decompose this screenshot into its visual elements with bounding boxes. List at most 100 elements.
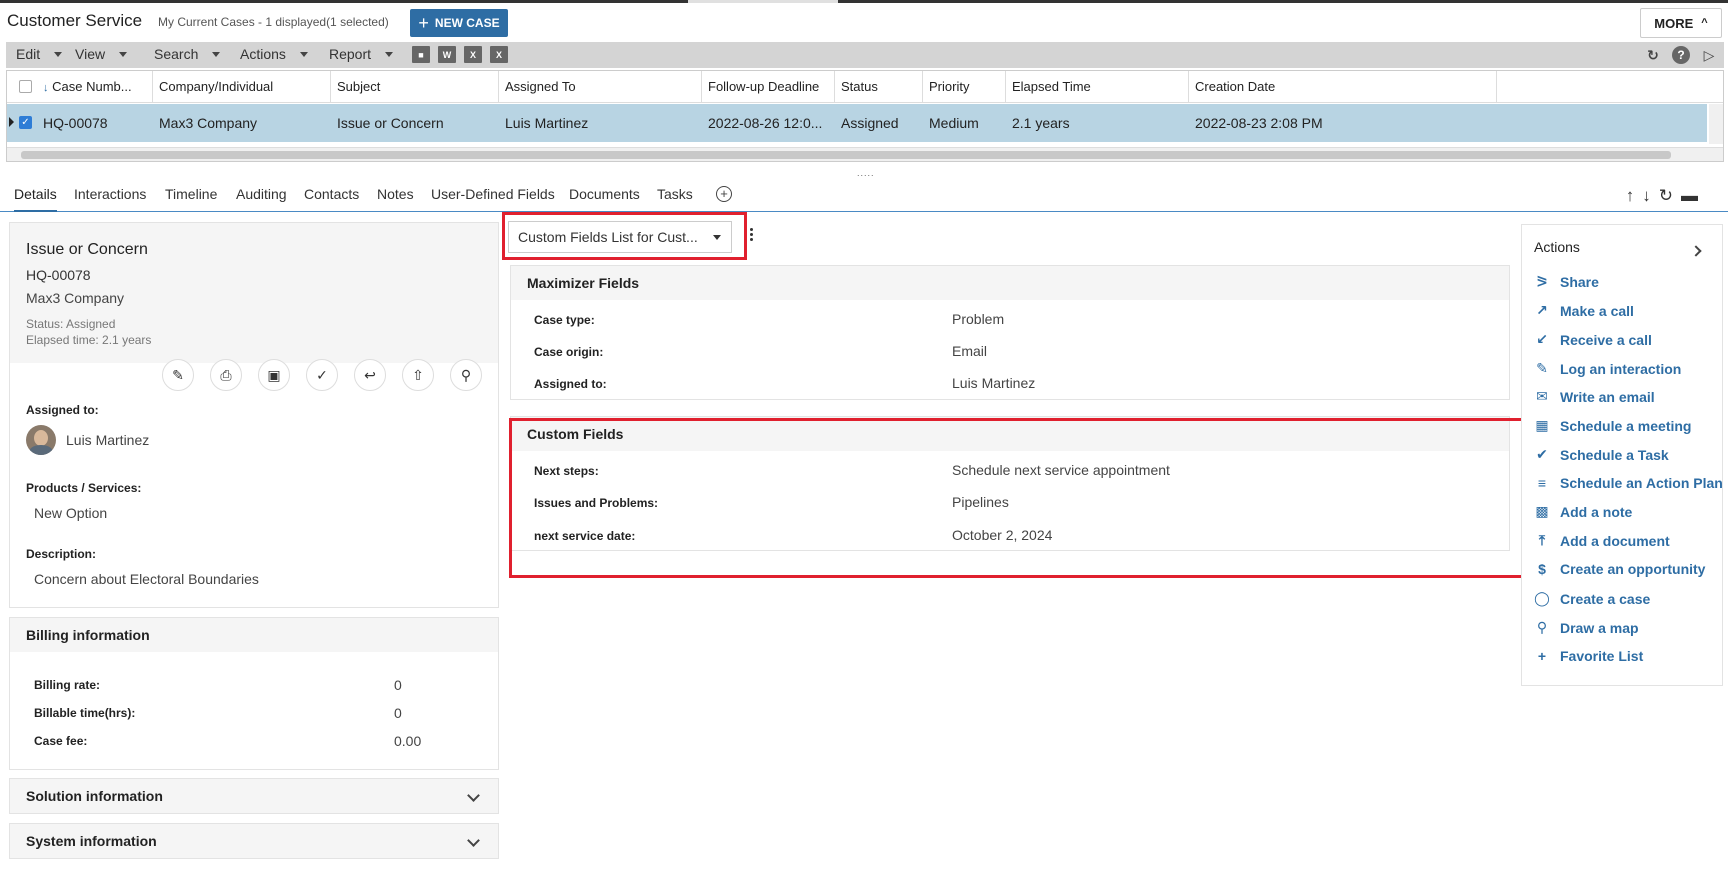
products-value: New Option (34, 505, 108, 521)
app-header: Customer Service My Current Cases - 1 di… (0, 6, 1728, 38)
menu-edit[interactable]: Edit (16, 46, 63, 62)
contact-card-icon[interactable]: ■ (412, 46, 430, 63)
solution-section[interactable]: Solution information (9, 778, 499, 814)
action-draw-map[interactable]: ⚲ Draw a map (1534, 619, 1639, 636)
video-icon[interactable]: ▷ (1700, 46, 1718, 64)
col-followup[interactable]: Follow-up Deadline (702, 71, 835, 103)
menu-search[interactable]: Search (154, 46, 221, 62)
upload-file-icon[interactable]: ⇧ (402, 359, 434, 391)
system-title: System information (26, 833, 157, 849)
layout-menu-icon[interactable]: ▬ (1681, 186, 1698, 206)
action-schedule-action-plan[interactable]: ≡ Schedule an Action Plan (1534, 475, 1723, 491)
chevron-right-icon[interactable] (1690, 245, 1702, 257)
row-checkbox[interactable]: ✓ (19, 116, 32, 129)
action-schedule-task[interactable]: ✔ Schedule a Task (1534, 446, 1669, 463)
action-favorite-list[interactable]: + Favorite List (1534, 648, 1643, 664)
action-add-note[interactable]: ▩ Add a note (1534, 503, 1632, 520)
reply-icon[interactable]: ↩ (354, 359, 386, 391)
tab-details[interactable]: Details (14, 186, 57, 212)
table-row[interactable]: ✓ HQ-00078 Max3 Company Issue or Concern… (7, 104, 1707, 142)
print-icon[interactable]: ⎙ (210, 359, 242, 391)
menu-label: View (75, 46, 106, 62)
dollar-icon: $ (1538, 561, 1546, 577)
upload-icon: ⤒ (1538, 532, 1546, 548)
horizontal-scrollbar[interactable] (7, 147, 1723, 161)
incoming-call-icon: ↙ (1536, 331, 1548, 347)
summary-details: Assigned to: Luis Martinez Products / Se… (10, 363, 498, 607)
chevron-down-icon[interactable] (467, 789, 480, 802)
arrow-up-icon[interactable]: ↑ (1626, 186, 1635, 206)
new-case-label: NEW CASE (434, 16, 500, 30)
document-check-icon[interactable]: ✓ (306, 359, 338, 391)
tab-auditing[interactable]: Auditing (236, 186, 287, 210)
new-case-button[interactable]: + NEW CASE (410, 9, 508, 37)
edit-pencil-icon[interactable]: ✎ (162, 359, 194, 391)
field-value: Luis Martinez (952, 375, 1036, 391)
action-add-document[interactable]: ⤒ Add a document (1534, 532, 1670, 549)
case-summary-panel: Issue or Concern HQ-00078 Max3 Company S… (9, 222, 499, 608)
assigned-value[interactable]: Luis Martinez (66, 432, 149, 448)
file-search-icon[interactable]: ⚲ (450, 359, 482, 391)
col-status[interactable]: Status (835, 71, 923, 103)
word-icon[interactable]: W (438, 46, 456, 63)
menu-report[interactable]: Report (329, 46, 394, 62)
col-company[interactable]: Company/Individual (153, 71, 331, 103)
tab-interactions[interactable]: Interactions (74, 186, 146, 210)
plus-icon: + (418, 13, 429, 33)
field-value: Problem (952, 311, 1005, 327)
menu-actions[interactable]: Actions (240, 46, 308, 62)
cases-grid: ↓ Case Numb... Company/Individual Subjec… (6, 70, 1724, 162)
action-receive-call[interactable]: ↙ Receive a call (1534, 331, 1652, 348)
tab-user-defined-fields[interactable]: User-Defined Fields (431, 186, 555, 210)
system-section[interactable]: System information (9, 823, 499, 859)
menu-view[interactable]: View (75, 46, 128, 62)
more-label: MORE (1654, 15, 1694, 31)
task-check-icon: ✔ (1536, 446, 1548, 462)
excel-link-icon[interactable]: X (490, 46, 508, 63)
chevron-down-icon[interactable] (467, 834, 480, 847)
col-assigned-to[interactable]: Assigned To (499, 71, 702, 103)
maximizer-fields-header: Maximizer Fields (511, 266, 1509, 300)
arrow-down-icon[interactable]: ↓ (1642, 186, 1651, 206)
more-button[interactable]: MORE ^ (1640, 8, 1722, 38)
kebab-menu-icon[interactable] (750, 228, 754, 243)
menu-label: Actions (240, 46, 286, 62)
action-create-opportunity[interactable]: $ Create an opportunity (1534, 561, 1705, 577)
menu-label: Search (154, 46, 199, 62)
action-write-email[interactable]: ✉ Write an email (1534, 388, 1655, 405)
col-elapsed[interactable]: Elapsed Time (1006, 71, 1189, 103)
tab-contacts[interactable]: Contacts (304, 186, 359, 210)
refresh-icon[interactable]: ↻ (1659, 186, 1673, 206)
pane-splitter[interactable]: ..... (857, 168, 875, 178)
quick-actions: ✎ ⎙ ▣ ✓ ↩ ⇧ ⚲ (162, 359, 482, 391)
caret-down-icon (299, 51, 308, 57)
action-schedule-meeting[interactable]: ▦ Schedule a meeting (1534, 417, 1691, 434)
tab-tasks[interactable]: Tasks (657, 186, 693, 210)
action-label: Favorite List (1560, 648, 1644, 664)
action-make-call[interactable]: ↗ Make a call (1534, 302, 1634, 319)
screen-share-icon[interactable]: ▣ (258, 359, 290, 391)
col-creation-date[interactable]: Creation Date (1189, 71, 1497, 103)
action-create-case[interactable]: ◯ Create a case (1534, 590, 1650, 607)
billable-time-value: 0 (394, 705, 402, 721)
excel-icon[interactable]: X (464, 46, 482, 63)
vertical-scrollbar[interactable] (1709, 104, 1723, 144)
grid-header: ↓ Case Numb... Company/Individual Subjec… (7, 71, 1723, 103)
billing-title[interactable]: Billing information (26, 627, 150, 643)
col-priority[interactable]: Priority (923, 71, 1006, 103)
action-log-interaction[interactable]: ✎ Log an interaction (1534, 360, 1681, 377)
tab-notes[interactable]: Notes (377, 186, 414, 210)
select-all-checkbox[interactable] (19, 80, 32, 93)
cell-status: Assigned (841, 115, 899, 131)
tab-timeline[interactable]: Timeline (165, 186, 217, 210)
action-share[interactable]: ⪖ Share (1534, 273, 1599, 290)
refresh-icon[interactable]: ↻ (1644, 46, 1662, 64)
share-icon: ⪖ (1536, 273, 1548, 289)
add-tab-icon[interactable]: + (716, 186, 732, 202)
tab-documents[interactable]: Documents (569, 186, 640, 210)
help-icon[interactable]: ? (1672, 46, 1690, 64)
action-label: Schedule a meeting (1560, 417, 1692, 434)
col-case-number[interactable]: ↓ Case Numb... (37, 71, 153, 103)
scroll-thumb[interactable] (21, 151, 1671, 159)
col-subject[interactable]: Subject (331, 71, 499, 103)
